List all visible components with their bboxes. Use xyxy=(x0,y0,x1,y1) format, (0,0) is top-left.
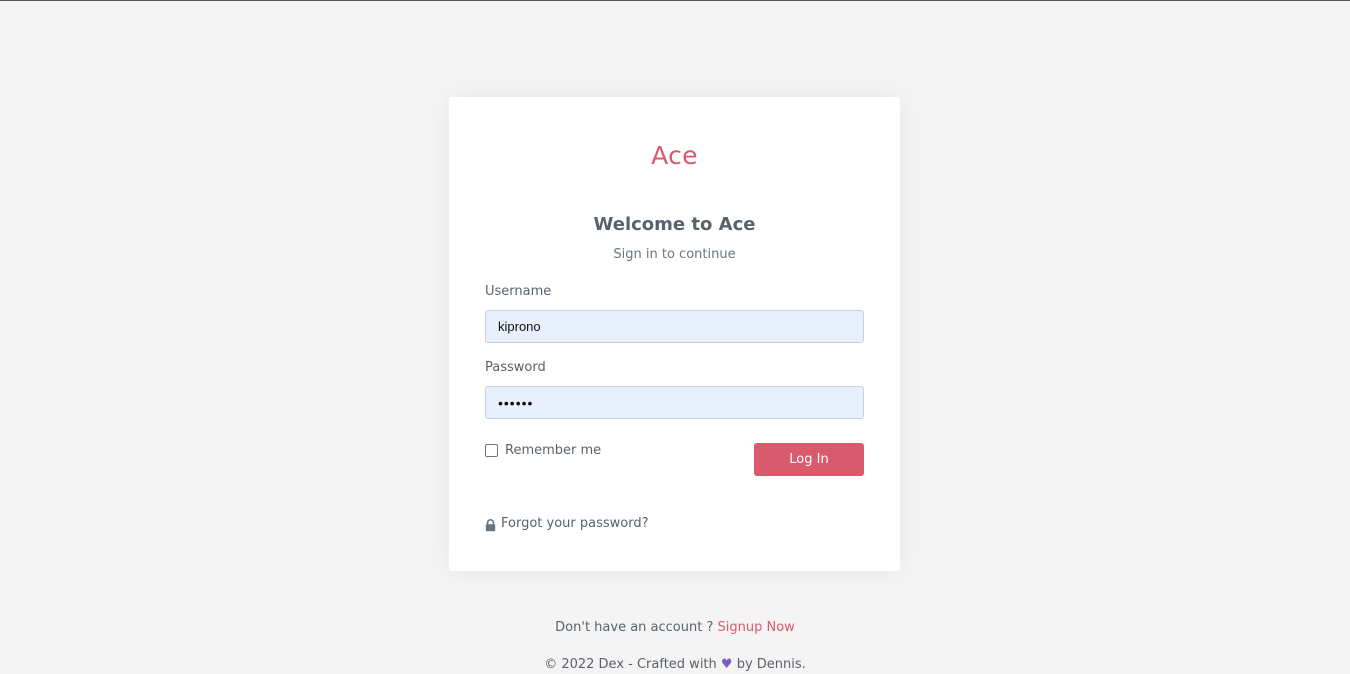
signup-link[interactable]: Signup Now xyxy=(718,620,795,635)
password-label: Password xyxy=(485,360,546,375)
top-border xyxy=(0,0,1350,1)
credit-prefix: © 2022 Dex - Crafted with xyxy=(544,657,717,672)
heart-icon: ♥ xyxy=(720,657,733,672)
brand-logo: Ace xyxy=(651,141,698,170)
welcome-title: Welcome to Ace xyxy=(593,214,756,235)
username-label: Username xyxy=(485,284,552,299)
forgot-password-label: Forgot your password? xyxy=(501,516,649,531)
password-input[interactable] xyxy=(485,386,864,419)
login-card: Ace Welcome to Ace Sign in to continue U… xyxy=(449,97,900,571)
forgot-password-link[interactable]: Forgot your password? xyxy=(485,516,649,532)
remember-me-checkbox[interactable] xyxy=(485,444,498,457)
lock-icon xyxy=(485,517,496,532)
username-input[interactable] xyxy=(485,310,864,343)
remember-me-option[interactable]: Remember me xyxy=(485,443,601,458)
remember-me-label: Remember me xyxy=(505,443,602,458)
credit-suffix: by Dennis. xyxy=(736,657,806,672)
login-button[interactable]: Log In xyxy=(754,443,864,476)
signup-prompt-text: Don't have an account ? xyxy=(555,620,714,635)
signin-subtitle: Sign in to continue xyxy=(613,247,736,262)
signup-prompt: Don't have an account ? Signup Now xyxy=(0,620,1350,635)
footer-credit: © 2022 Dex - Crafted with ♥ by Dennis. xyxy=(0,657,1350,672)
